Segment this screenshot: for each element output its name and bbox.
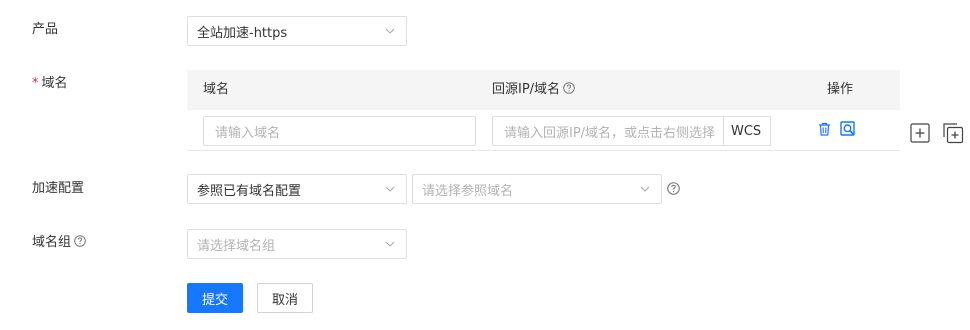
question-circle-icon[interactable] (563, 82, 575, 94)
column-header-action: 操作 (827, 82, 854, 97)
product-select-value: 全站加速-https (197, 25, 288, 41)
question-circle-icon[interactable] (74, 235, 86, 247)
accel-config-mode-select[interactable]: 参照已有域名配置 (187, 174, 407, 204)
search-doc-icon[interactable] (840, 121, 856, 137)
domain-group-select[interactable]: 请选择域名组 (187, 229, 407, 259)
domain-label: * 域名 (32, 76, 68, 91)
product-select[interactable]: 全站加速-https (187, 16, 407, 46)
plus-square-icon[interactable] (910, 123, 930, 143)
reference-domain-placeholder: 请选择参照域名 (422, 183, 514, 199)
origin-wcs-button[interactable]: WCS (723, 116, 771, 146)
question-circle-icon[interactable] (667, 182, 680, 195)
chevron-down-icon (385, 28, 395, 34)
chevron-down-icon (640, 186, 650, 192)
column-header-domain: 域名 (203, 82, 230, 97)
origin-input[interactable]: 请输入回源IP/域名，或点击右侧选择 (492, 116, 724, 146)
product-label: 产品 (32, 22, 59, 37)
table-row-divider (187, 150, 900, 151)
chevron-down-icon (385, 186, 395, 192)
accel-config-label: 加速配置 (32, 181, 85, 196)
domain-group-label: 域名组 (32, 233, 86, 253)
column-header-origin: 回源IP/域名 (492, 81, 575, 99)
accel-config-mode-value: 参照已有域名配置 (197, 183, 302, 199)
domain-input[interactable]: 请输入域名 (203, 116, 476, 146)
cancel-button[interactable]: 取消 (257, 283, 313, 313)
chevron-down-icon (385, 241, 395, 247)
submit-button[interactable]: 提交 (187, 283, 243, 313)
domain-group-placeholder: 请选择域名组 (197, 238, 276, 254)
trash-icon[interactable] (818, 122, 831, 136)
required-mark: * (32, 76, 39, 91)
domain-table-header: 域名 回源IP/域名 操作 (187, 70, 900, 110)
copy-add-icon[interactable] (942, 122, 964, 144)
reference-domain-select[interactable]: 请选择参照域名 (412, 174, 662, 204)
